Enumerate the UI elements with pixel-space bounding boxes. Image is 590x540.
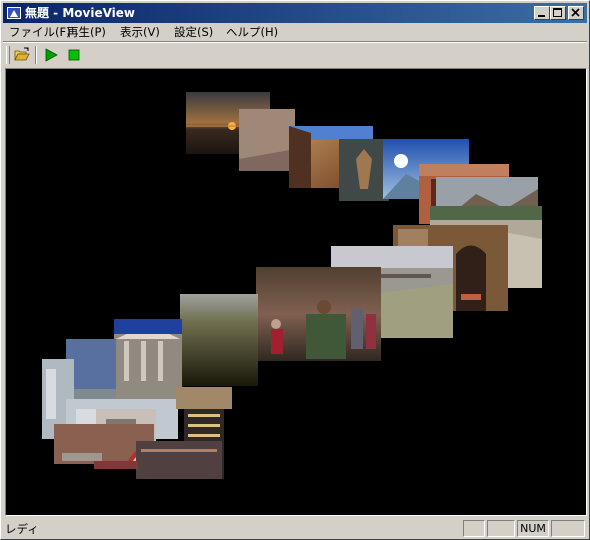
status-text: レディ bbox=[5, 522, 39, 536]
play-icon bbox=[45, 48, 58, 62]
status-pane-1 bbox=[463, 520, 485, 537]
toolbar-separator bbox=[35, 46, 37, 64]
menu-view[interactable]: 表示(V) bbox=[118, 24, 162, 40]
status-pane-4 bbox=[551, 520, 585, 537]
photo-hill-landscape bbox=[180, 294, 258, 386]
photo-classical-building bbox=[114, 319, 182, 404]
video-viewport[interactable] bbox=[5, 68, 587, 516]
play-button[interactable] bbox=[40, 45, 62, 65]
close-icon bbox=[571, 8, 580, 17]
menu-file[interactable]: ファイル(F) bbox=[7, 24, 73, 40]
open-button[interactable] bbox=[11, 45, 33, 65]
stop-icon bbox=[68, 49, 80, 61]
minimize-icon bbox=[538, 15, 545, 17]
menu-help[interactable]: ヘルプ(H) bbox=[224, 24, 280, 40]
stop-button[interactable] bbox=[63, 45, 85, 65]
photo-colonnade-night bbox=[136, 441, 222, 479]
maximize-button[interactable] bbox=[550, 6, 566, 20]
menu-bar: ファイル(F) 再生(P) 表示(V) 設定(S) ヘルプ(H) bbox=[3, 23, 587, 41]
close-button[interactable] bbox=[568, 6, 584, 20]
menu-settings[interactable]: 設定(S) bbox=[172, 24, 215, 40]
open-folder-icon bbox=[14, 47, 30, 61]
title-bar[interactable]: 無題 - MovieView bbox=[3, 3, 587, 23]
photo-stone-floor bbox=[239, 109, 295, 171]
status-pane-num: NUM bbox=[517, 520, 549, 537]
window-title: 無題 - MovieView bbox=[25, 6, 136, 20]
menu-play[interactable]: 再生(P) bbox=[65, 24, 108, 40]
minimize-button[interactable] bbox=[534, 6, 550, 20]
photo-collage bbox=[42, 92, 542, 479]
status-pane-2 bbox=[487, 520, 515, 537]
app-icon bbox=[7, 7, 21, 19]
toolbar bbox=[3, 43, 587, 67]
status-bar: レディ NUM bbox=[3, 519, 587, 539]
toolbar-grip[interactable] bbox=[6, 46, 10, 64]
photo-statue bbox=[339, 139, 389, 201]
maximize-icon bbox=[553, 8, 562, 17]
photo-museum-room bbox=[176, 387, 232, 409]
photo-bazaar-crowd bbox=[256, 267, 381, 361]
app-window: 無題 - MovieView ファイル(F) 再生(P) 表示(V) 設定(S)… bbox=[0, 0, 590, 540]
